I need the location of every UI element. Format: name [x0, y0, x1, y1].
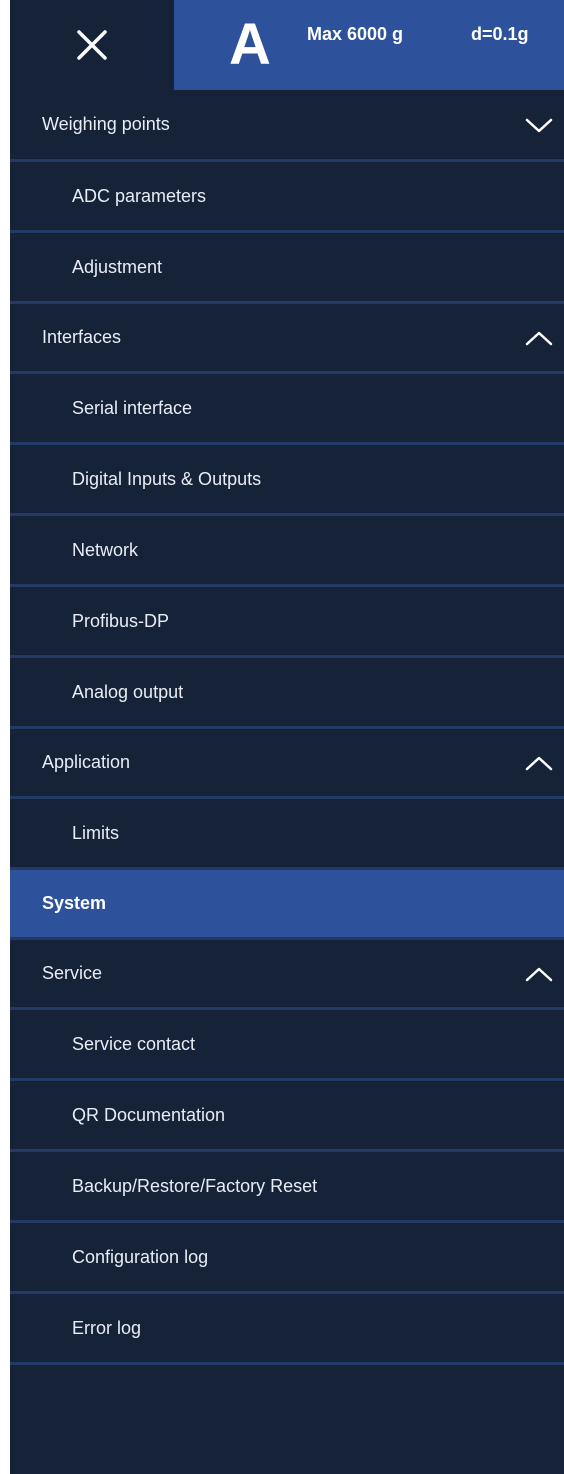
menu-item-adc-parameters[interactable]: ADC parameters — [10, 162, 564, 233]
menu-item-digital-io[interactable]: Digital Inputs & Outputs — [10, 445, 564, 516]
menu-header: A Max 6000 g d=0.1g — [10, 0, 564, 90]
menu-item-network[interactable]: Network — [10, 516, 564, 587]
menu-group-interfaces[interactable]: Interfaces — [10, 304, 564, 374]
menu-item-service-contact[interactable]: Service contact — [10, 1010, 564, 1081]
menu-group-weighing-points[interactable]: Weighing points — [10, 90, 564, 162]
side-menu-panel: A Max 6000 g d=0.1g Weighing points ADC … — [10, 0, 564, 1474]
chevron-up-icon — [525, 756, 553, 770]
menu-item-label: Backup/Restore/Factory Reset — [72, 1175, 318, 1196]
close-icon — [77, 30, 107, 60]
menu-group-service[interactable]: Service — [10, 940, 564, 1010]
menu-item-label: Analog output — [72, 681, 184, 702]
menu-item-label: Network — [72, 539, 139, 560]
menu-group-application[interactable]: Application — [10, 729, 564, 799]
chevron-up-icon — [525, 967, 553, 981]
menu-list: Weighing points ADC parameters Adjustmen… — [10, 90, 564, 1365]
menu-item-label: Profibus-DP — [72, 610, 170, 631]
menu-item-label: Application — [42, 752, 131, 772]
chevron-down-icon — [525, 118, 553, 132]
menu-item-label: Adjustment — [72, 256, 163, 277]
menu-item-label: Digital Inputs & Outputs — [72, 468, 262, 489]
menu-item-qr-documentation[interactable]: QR Documentation — [10, 1081, 564, 1152]
menu-item-backup-restore[interactable]: Backup/Restore/Factory Reset — [10, 1152, 564, 1223]
scale-info: A Max 6000 g d=0.1g — [174, 0, 564, 90]
menu-item-label: Interfaces — [42, 327, 122, 347]
menu-item-label: QR Documentation — [72, 1104, 226, 1125]
chevron-up-icon — [525, 331, 553, 345]
menu-item-label: Weighing points — [42, 114, 170, 134]
menu-item-profibus-dp[interactable]: Profibus-DP — [10, 587, 564, 658]
menu-item-analog-output[interactable]: Analog output — [10, 658, 564, 729]
menu-item-adjustment[interactable]: Adjustment — [10, 233, 564, 304]
menu-item-label: Limits — [72, 822, 120, 843]
scale-capacity: Max 6000 g — [307, 24, 404, 44]
menu-item-configuration-log[interactable]: Configuration log — [10, 1223, 564, 1294]
menu-item-label: Configuration log — [72, 1246, 209, 1267]
close-menu-button[interactable] — [10, 0, 174, 90]
menu-item-error-log[interactable]: Error log — [10, 1294, 564, 1365]
menu-item-label: Serial interface — [72, 397, 193, 418]
menu-item-limits[interactable]: Limits — [10, 799, 564, 870]
menu-item-label: Service contact — [72, 1033, 196, 1054]
scale-division: d=0.1g — [471, 24, 529, 44]
menu-item-label: Error log — [72, 1317, 142, 1338]
menu-item-label: System — [42, 893, 107, 913]
scale-letter: A — [229, 12, 271, 77]
menu-item-serial-interface[interactable]: Serial interface — [10, 374, 564, 445]
menu-item-system[interactable]: System — [10, 870, 564, 940]
menu-item-label: ADC parameters — [72, 185, 207, 206]
menu-item-label: Service — [42, 963, 103, 983]
